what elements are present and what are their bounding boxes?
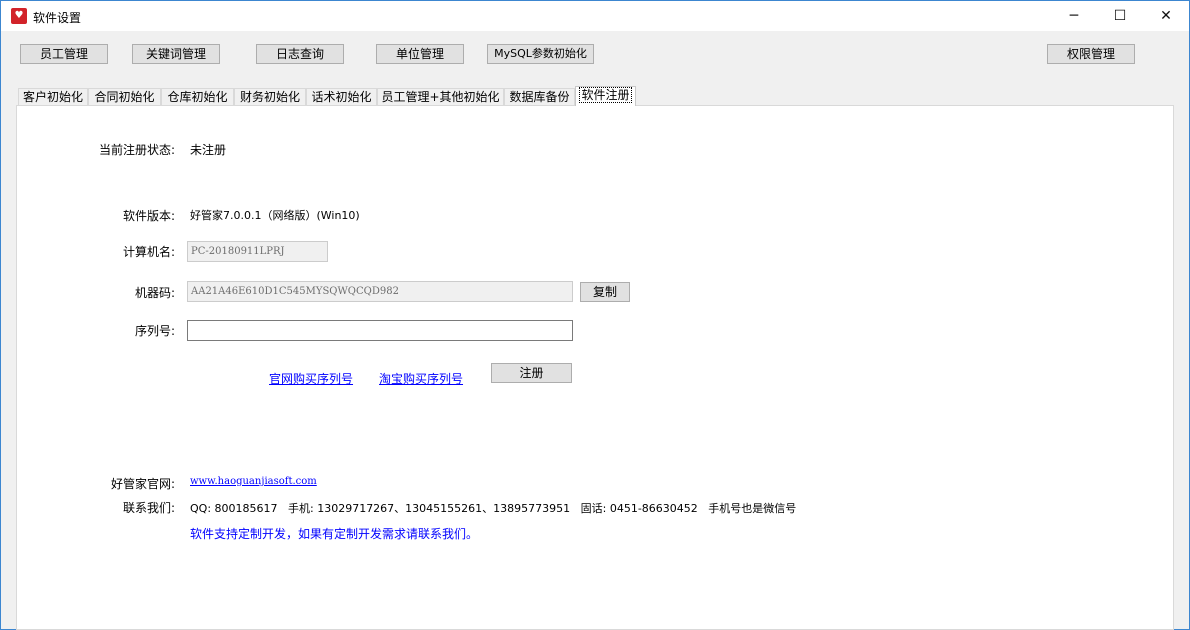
- log-query-button[interactable]: 日志查询: [256, 44, 344, 64]
- version-value: 好管家7.0.0.1（网络版）(Win10): [190, 209, 360, 222]
- machine-code-field[interactable]: AA21A46E610D1C545MYSQWQCQD982: [187, 281, 573, 302]
- permission-management-button[interactable]: 权限管理: [1047, 44, 1135, 64]
- maximize-button[interactable]: ☐: [1097, 5, 1143, 27]
- registration-panel: [16, 105, 1174, 630]
- contact-label: 联系我们:: [122, 501, 175, 515]
- tab-contract-init[interactable]: 合同初始化: [88, 88, 161, 106]
- title-bar: ♥ 软件设置 ─ ☐ ✕: [1, 1, 1189, 31]
- status-label: 当前注册状态:: [98, 143, 175, 157]
- tab-database-backup[interactable]: 数据库备份: [504, 88, 575, 106]
- mysql-init-button[interactable]: MySQL参数初始化: [487, 44, 594, 64]
- contact-info: QQ: 800185617 手机: 13029717267、1304515526…: [190, 502, 797, 515]
- tab-script-init[interactable]: 话术初始化: [306, 88, 377, 106]
- employee-management-button[interactable]: 员工管理: [20, 44, 108, 64]
- version-label: 软件版本:: [122, 209, 175, 223]
- tab-employee-other-init[interactable]: 员工管理+其他初始化: [377, 88, 504, 106]
- window-title: 软件设置: [33, 11, 82, 25]
- close-button[interactable]: ✕: [1143, 5, 1189, 27]
- tab-warehouse-init[interactable]: 仓库初始化: [161, 88, 234, 106]
- app-icon: ♥: [11, 8, 27, 24]
- keyword-management-button[interactable]: 关键词管理: [132, 44, 220, 64]
- computer-name-field[interactable]: PC-20180911LPRJ: [187, 241, 328, 262]
- machine-code-label: 机器码:: [134, 286, 175, 300]
- tab-customer-init[interactable]: 客户初始化: [18, 88, 88, 106]
- unit-management-button[interactable]: 单位管理: [376, 44, 464, 64]
- minimize-button[interactable]: ─: [1051, 5, 1097, 27]
- copy-button[interactable]: 复制: [580, 282, 630, 302]
- buy-taobao-link[interactable]: 淘宝购买序列号: [379, 370, 463, 387]
- tab-label: 软件注册: [579, 87, 632, 103]
- serial-input[interactable]: [187, 320, 573, 341]
- register-button[interactable]: 注册: [491, 363, 572, 383]
- settings-window: ♥ 软件设置 ─ ☐ ✕ 员工管理 关键词管理 日志查询 单位管理 MySQL参…: [0, 0, 1190, 630]
- buy-official-link[interactable]: 官网购买序列号: [269, 370, 353, 387]
- serial-label: 序列号:: [134, 324, 175, 338]
- tab-software-registration[interactable]: 软件注册: [575, 86, 636, 106]
- website-link[interactable]: www.haoguanjiasoft.com: [190, 476, 317, 487]
- tab-finance-init[interactable]: 财务初始化: [234, 88, 306, 106]
- status-value: 未注册: [190, 143, 227, 157]
- custom-dev-note: 软件支持定制开发，如果有定制开发需求请联系我们。: [190, 527, 479, 541]
- computer-name-label: 计算机名:: [122, 245, 175, 259]
- website-label: 好管家官网:: [110, 477, 175, 491]
